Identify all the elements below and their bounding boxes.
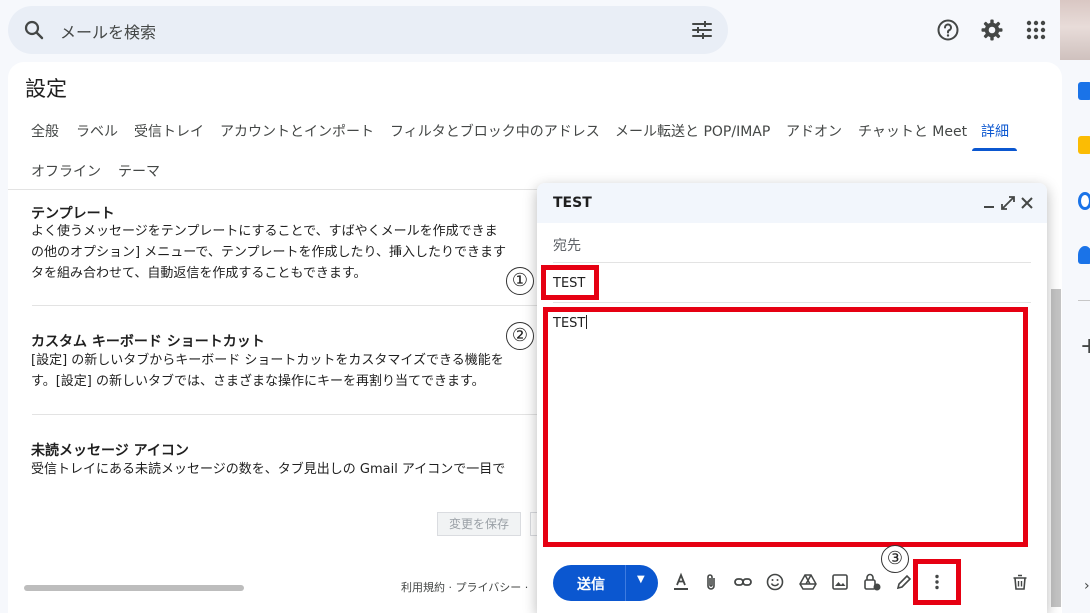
tab-labels[interactable]: ラベル	[76, 121, 118, 141]
keep-icon[interactable]	[1078, 136, 1090, 154]
marker-3: ③	[881, 545, 909, 573]
tab-filters-blocked[interactable]: フィルタとブロック中のアドレス	[390, 121, 600, 141]
tab-themes[interactable]: テーマ	[118, 161, 160, 181]
format-text-icon[interactable]	[671, 572, 691, 592]
tab-general[interactable]: 全般	[31, 121, 59, 141]
section-title-templates: テンプレート	[31, 206, 115, 222]
tab-forwarding-pop-imap[interactable]: メール転送と POP/IMAP	[615, 121, 770, 141]
page-title: 設定	[25, 77, 67, 101]
gear-icon[interactable]	[980, 18, 1004, 42]
attach-icon[interactable]	[701, 572, 721, 592]
trash-icon[interactable]	[1010, 572, 1030, 592]
horizontal-scrollbar[interactable]	[24, 585, 244, 591]
search-bar[interactable]: メールを検索	[8, 6, 728, 54]
send-button[interactable]: 送信 ▼	[553, 565, 658, 601]
contacts-icon[interactable]	[1078, 246, 1090, 264]
section-text: よく使うメッセージをテンプレートにすることで、すばやくメールを作成できま	[31, 224, 498, 239]
to-field[interactable]: 宛先	[553, 235, 581, 255]
compose-window: TEST 宛先 TEST TEST 送信 ▼	[537, 183, 1047, 613]
tab-accounts-import[interactable]: アカウントとインポート	[220, 121, 374, 141]
field-divider	[553, 302, 1031, 303]
compose-header[interactable]: TEST	[537, 183, 1047, 223]
signature-pen-icon[interactable]	[894, 572, 914, 592]
side-divider	[1078, 300, 1090, 301]
section-text: の他のオプション] メニューで、テンプレートを作成したり、挿入したりできます	[31, 245, 506, 260]
vertical-scrollbar[interactable]	[1051, 289, 1061, 607]
fullscreen-icon[interactable]	[998, 193, 1018, 213]
tab-addons[interactable]: アドオン	[786, 121, 842, 141]
side-panel-toggle-icon[interactable]: ›	[1084, 578, 1090, 594]
link-icon[interactable]	[733, 572, 753, 592]
tab-chat-meet[interactable]: チャットと Meet	[858, 121, 967, 141]
section-text: タを組み合わせて、自動返信を作成することもできます。	[31, 266, 367, 281]
apps-grid-icon[interactable]	[1024, 18, 1048, 42]
tab-inbox[interactable]: 受信トレイ	[134, 121, 204, 141]
section-text: 受信トレイにある未読メッセージの数を、タブ見出しの Gmail アイコンで一目で	[31, 462, 506, 477]
minimize-icon[interactable]	[979, 193, 999, 213]
send-options-icon[interactable]: ▼	[637, 574, 645, 585]
compose-title: TEST	[553, 195, 592, 211]
avatar[interactable]	[1060, 0, 1090, 60]
section-text: [設定] の新しいタブからキーボード ショートカットをカスタマイズできる機能を	[31, 353, 504, 368]
tab-advanced[interactable]: 詳細	[981, 121, 1009, 141]
active-tab-indicator	[972, 148, 1017, 151]
search-input[interactable]: メールを検索	[60, 19, 156, 43]
emoji-icon[interactable]	[765, 572, 785, 592]
tab-offline[interactable]: オフライン	[31, 161, 101, 181]
calendar-icon[interactable]	[1078, 82, 1090, 100]
search-icon[interactable]	[22, 18, 46, 42]
marker-1: ①	[506, 267, 534, 295]
section-text: す。[設定] の新しいタブでは、さまざまな操作にキーを再割り当てできます。	[31, 374, 485, 389]
save-changes-button[interactable]: 変更を保存	[437, 512, 521, 536]
highlight-body	[543, 307, 1028, 547]
footer-links[interactable]: 利用規約 · プライバシー ·	[401, 579, 528, 595]
section-title-shortcuts: カスタム キーボード ショートカット	[31, 334, 265, 350]
highlight-subject	[541, 265, 599, 300]
marker-2: ②	[506, 322, 534, 350]
help-icon[interactable]	[936, 18, 960, 42]
add-addon-icon[interactable]: +	[1080, 334, 1090, 359]
more-options-icon[interactable]	[927, 572, 947, 592]
tasks-icon[interactable]	[1078, 192, 1090, 210]
close-icon[interactable]	[1017, 193, 1037, 213]
section-title-unread-icon: 未読メッセージ アイコン	[31, 443, 189, 459]
field-divider	[553, 262, 1031, 263]
tune-icon[interactable]	[690, 18, 714, 42]
drive-icon[interactable]	[798, 572, 818, 592]
confidential-lock-icon[interactable]	[862, 572, 882, 592]
photo-icon[interactable]	[830, 572, 850, 592]
